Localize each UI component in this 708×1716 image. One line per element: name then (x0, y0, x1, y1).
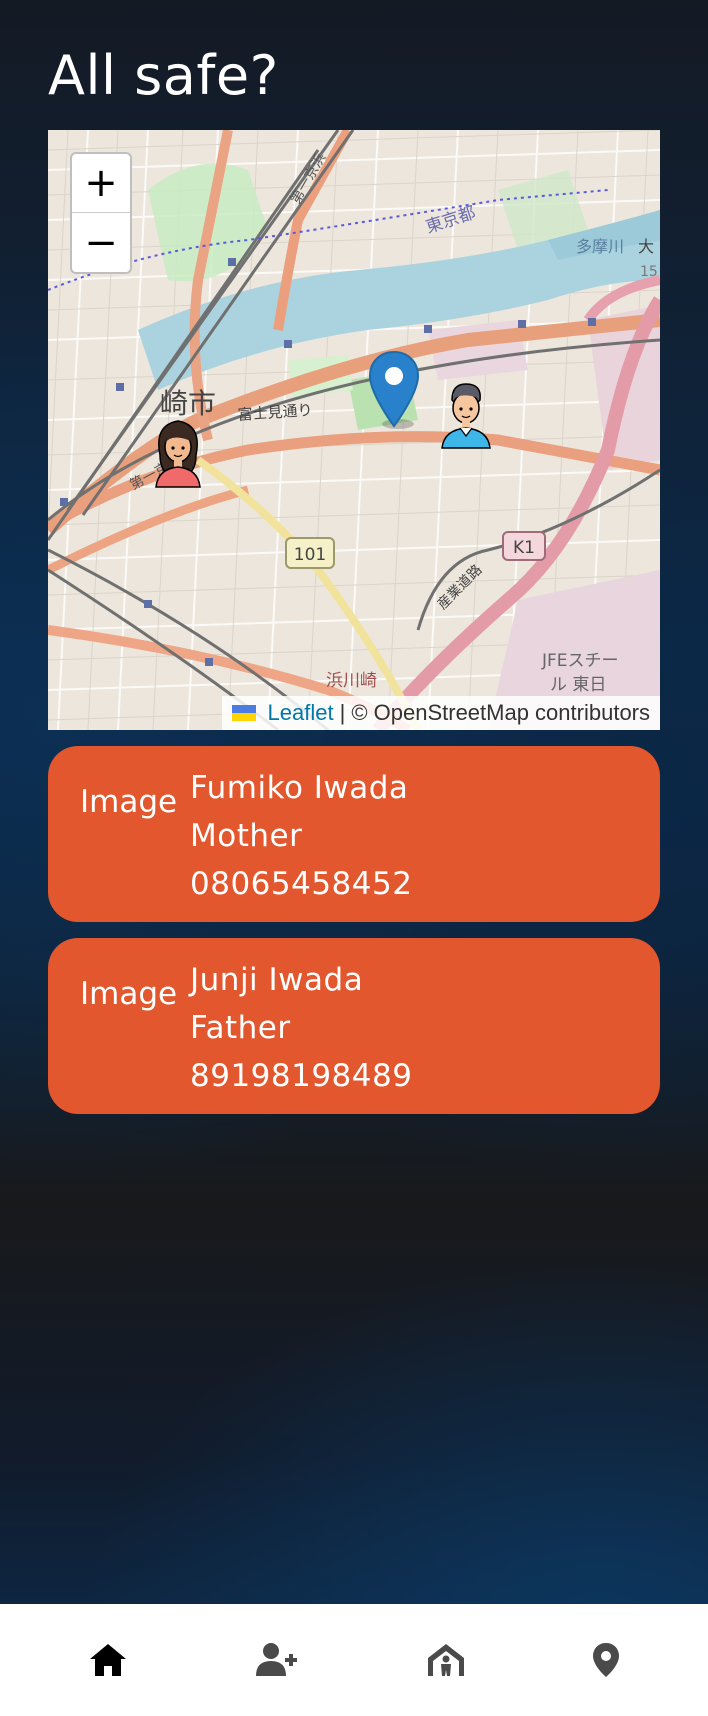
map-view[interactable]: 崎市 富士見通り 第一京浜 第一京浜 東京都 多摩川 大 15 浜川崎 JFEス… (48, 130, 660, 730)
father-avatar-icon[interactable] (436, 378, 496, 450)
ukraine-flag-icon (231, 705, 256, 721)
map-label-river: 多摩川 (576, 237, 624, 256)
location-pin-icon[interactable] (368, 350, 420, 430)
contact-phone: 89198198489 (190, 1058, 413, 1094)
map-tiles[interactable]: 崎市 富士見通り 第一京浜 第一京浜 東京都 多摩川 大 15 浜川崎 JFEス… (48, 130, 660, 730)
map-label-river: 大 (638, 237, 654, 256)
contact-relation: Father (190, 1010, 291, 1046)
nav-shelter[interactable] (416, 1630, 476, 1690)
map-attribution: Leaflet | © OpenStreetMap contributors (221, 696, 660, 730)
shelter-icon (428, 1644, 464, 1676)
contact-card[interactable]: Image Fumiko Iwada Mother 08065458452 (48, 746, 660, 922)
contact-name: Fumiko Iwada (190, 770, 409, 806)
route-shield-k1: K1 (513, 538, 535, 558)
map-label-station: 浜川崎 (326, 671, 377, 691)
contact-image: Image (80, 784, 178, 820)
location-pin-icon (593, 1643, 619, 1677)
leaflet-link[interactable]: Leaflet (268, 700, 334, 726)
contact-phone: 08065458452 (190, 866, 413, 902)
map-label-road: 15 (640, 264, 658, 280)
contact-relation: Mother (190, 818, 303, 854)
nav-add-user[interactable] (248, 1630, 308, 1690)
map-label-area: JFEスチー (541, 651, 619, 671)
route-shield-101: 101 (294, 545, 326, 565)
zoom-out-button[interactable]: − (72, 213, 130, 272)
add-user-icon (256, 1643, 297, 1676)
contact-card[interactable]: Image Junji Iwada Father 89198198489 (48, 938, 660, 1114)
nav-home[interactable] (78, 1630, 138, 1690)
zoom-in-button[interactable]: + (72, 154, 130, 213)
map-label-area: ル 東日 (550, 675, 606, 695)
zoom-control: + − (70, 152, 132, 274)
attribution-separator: | (339, 700, 346, 725)
home-icon (90, 1644, 126, 1676)
mother-avatar-icon[interactable] (150, 415, 206, 489)
page-title: All safe? (48, 44, 279, 107)
contact-image: Image (80, 976, 178, 1012)
bottom-navbar (0, 1604, 708, 1716)
osm-attribution[interactable]: © OpenStreetMap contributors (351, 700, 650, 726)
contact-name: Junji Iwada (190, 962, 364, 998)
nav-location[interactable] (576, 1630, 636, 1690)
